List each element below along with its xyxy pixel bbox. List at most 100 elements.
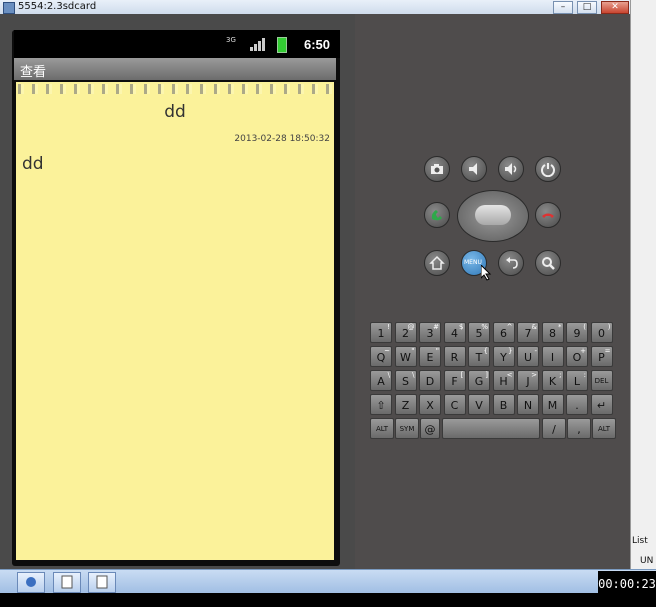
key-row3-8[interactable]: L: (566, 370, 588, 391)
volume-down-button[interactable] (461, 156, 487, 182)
key-row3-6[interactable]: J > (517, 370, 539, 391)
key-shift-label: > (531, 371, 537, 379)
key-row3-9[interactable]: DEL (590, 370, 613, 391)
key-row4-2[interactable]: X (419, 394, 441, 415)
taskbar-item-app1[interactable] (53, 572, 81, 593)
battery-icon (277, 37, 287, 53)
key-row4-3[interactable]: C (443, 394, 466, 415)
network-3g-icon: 3G (226, 36, 236, 44)
note-body: dd (22, 154, 44, 174)
power-icon (541, 163, 555, 177)
key-row1-0[interactable]: 1! (370, 322, 392, 343)
key-comma[interactable]: , (567, 418, 591, 439)
minimize-button[interactable]: – (553, 1, 573, 14)
key-shift-label: = (604, 347, 611, 355)
key-shift-label: [ (460, 371, 464, 379)
key-space[interactable] (442, 418, 540, 439)
key-row2-3[interactable]: R (443, 346, 466, 367)
key-row2-9[interactable]: P = (590, 346, 613, 367)
key-shift-label: ; (559, 371, 562, 379)
key-shift-label: $ (459, 323, 464, 331)
key-shift-label: ~ (384, 347, 390, 355)
key-row1-5[interactable]: 6 ^ (492, 322, 515, 343)
key-row3-5[interactable]: H < (492, 370, 515, 391)
key-at[interactable]: @ (420, 418, 440, 439)
key-row4-4[interactable]: V (468, 394, 490, 415)
key-alt-left[interactable]: ALT (370, 418, 394, 439)
key-shift-label: # (433, 323, 439, 331)
key-row4-1[interactable]: Z (394, 394, 417, 415)
key-row3-1[interactable]: S \ (394, 370, 417, 391)
end-call-button[interactable] (535, 202, 561, 228)
key-row4-9[interactable]: ↵ (590, 394, 613, 415)
key-row2-2[interactable]: E " (419, 346, 441, 367)
key-shift-label: : (583, 371, 586, 379)
home-button[interactable] (424, 250, 450, 276)
dpad-center-button[interactable] (475, 205, 511, 225)
status-bar: 3G 6:50 (14, 30, 340, 58)
key-row2-7[interactable]: I (541, 346, 564, 367)
control-panel (355, 14, 630, 569)
key-sym[interactable]: SYM (395, 418, 419, 439)
window-title: 5554:2.3sdcard (18, 1, 97, 12)
key-row4-7[interactable]: M (541, 394, 564, 415)
key-shift-label: ) (607, 323, 611, 331)
key-row3-4[interactable]: G] (468, 370, 490, 391)
taskbar-item-ie[interactable] (17, 572, 45, 593)
camera-icon (431, 164, 443, 174)
globe-icon (26, 577, 36, 587)
key-row4-8[interactable]: . (566, 394, 588, 415)
status-clock: 6:50 (303, 37, 330, 52)
key-row2-0[interactable]: Q ~ (370, 346, 392, 367)
key-alt-right[interactable]: ALT (592, 418, 616, 439)
key-row2-4[interactable]: T{ (468, 346, 490, 367)
key-row3-2[interactable]: D (419, 370, 441, 391)
key-row1-6[interactable]: 7 & (517, 322, 539, 343)
call-button[interactable] (424, 202, 450, 228)
note-timestamp: 2013-02-28 18:50:32 (234, 134, 330, 144)
key-shift-label: - (534, 347, 537, 355)
power-button[interactable] (535, 156, 561, 182)
key-shift-label: ( (583, 323, 586, 331)
key-row1-2[interactable]: 3 # (419, 322, 441, 343)
volume-down-icon (469, 163, 477, 175)
key-row4-0[interactable]: ⇧ (370, 394, 392, 415)
key-row1-4[interactable]: 5% (468, 322, 490, 343)
key-shift-label: } (508, 347, 513, 355)
home-icon (429, 255, 445, 270)
key-row2-5[interactable]: Y} (492, 346, 515, 367)
key-row1-1[interactable]: 2 @ (394, 322, 417, 343)
key-row3-3[interactable]: F[ (443, 370, 466, 391)
taskbar-item-app2[interactable] (88, 572, 116, 593)
key-shift-label: ] (485, 371, 488, 379)
volume-up-button[interactable] (498, 156, 524, 182)
search-button[interactable] (535, 250, 561, 276)
key-slash[interactable]: / (542, 418, 566, 439)
app-icon (3, 2, 15, 14)
key-row3-0[interactable]: A \ (370, 370, 392, 391)
camera-button[interactable] (424, 156, 450, 182)
key-row2-6[interactable]: U- (517, 346, 539, 367)
key-shift-label: < (506, 371, 513, 379)
note-title: dd (164, 102, 186, 122)
key-shift-label: * (558, 323, 562, 331)
key-row2-1[interactable]: W " (394, 346, 417, 367)
close-button[interactable]: ✕ (601, 1, 629, 14)
key-row1-8[interactable]: 9( (566, 322, 588, 343)
menu-label: MENU (464, 259, 482, 266)
phone-green-icon (431, 210, 442, 221)
key-row3-7[interactable]: K; (541, 370, 564, 391)
key-row4-5[interactable]: B (492, 394, 515, 415)
key-row1-9[interactable]: 0) (590, 322, 613, 343)
right-side-window (630, 0, 656, 569)
key-shift-label: ! (387, 323, 390, 331)
dpad[interactable] (457, 190, 529, 242)
key-row2-8[interactable]: O + (566, 346, 588, 367)
back-icon (506, 257, 518, 269)
note-paper[interactable]: dd 2013-02-28 18:50:32 dd (16, 82, 334, 560)
back-button[interactable] (498, 250, 524, 276)
key-row4-6[interactable]: N (517, 394, 539, 415)
maximize-button[interactable]: □ (577, 1, 597, 14)
key-row1-3[interactable]: 4 $ (443, 322, 466, 343)
key-row1-7[interactable]: 8 * (541, 322, 564, 343)
